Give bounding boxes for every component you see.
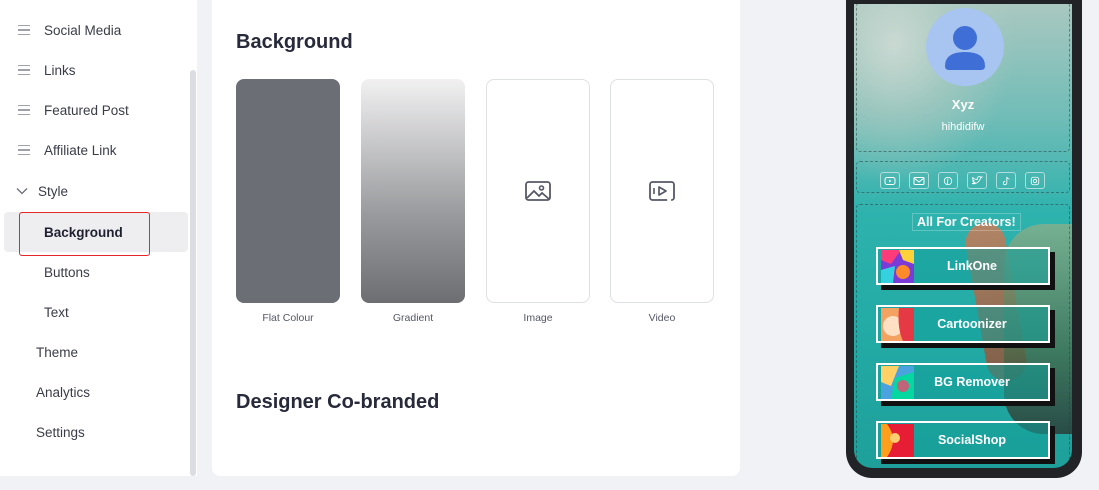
tile-label: Image: [523, 312, 553, 324]
background-option-image[interactable]: [486, 79, 590, 303]
menu-lines-icon: [18, 24, 30, 36]
menu-lines-icon: [18, 104, 30, 116]
menu-lines-icon: [18, 64, 30, 76]
sidebar-item-links[interactable]: Links: [4, 50, 188, 90]
sidebar-item-label: Links: [44, 62, 76, 78]
sidebar-item-social-media[interactable]: Social Media: [4, 10, 188, 50]
link-label: SocialShop: [937, 433, 1007, 447]
link-thumbnail: [881, 365, 914, 399]
style-panel: Background Flat Colour Gradient Image Vi…: [212, 0, 740, 476]
tiktok-icon[interactable]: [996, 172, 1016, 189]
links-heading: All For Creators!: [912, 213, 1021, 231]
sidebar-item-buttons[interactable]: Buttons: [4, 252, 188, 292]
section-title-designer: Designer Co-branded: [236, 391, 440, 413]
image-icon: [525, 181, 551, 201]
sidebar-item-affiliate-link[interactable]: Affiliate Link: [4, 130, 188, 170]
video-icon: [649, 181, 675, 201]
instagram-icon[interactable]: [1025, 172, 1045, 189]
background-option-gradient[interactable]: [361, 79, 465, 303]
sidebar-item-label: Affiliate Link: [44, 142, 117, 158]
link-thumbnail: [881, 423, 914, 457]
background-option-video[interactable]: [610, 79, 714, 303]
phone-preview: Xyz hihdidifw All For Creators! LinkOne: [846, 0, 1082, 478]
twitter-icon[interactable]: [967, 172, 987, 189]
sidebar-item-label: Settings: [36, 424, 85, 440]
link-button-cartoonizer[interactable]: Cartoonizer: [876, 305, 1050, 343]
link-label: LinkOne: [946, 259, 997, 273]
sidebar-item-text[interactable]: Text: [4, 292, 188, 332]
sidebar-item-label: Analytics: [36, 384, 91, 400]
tile-label: Gradient: [392, 312, 434, 324]
tile-label: Video: [648, 312, 676, 324]
sidebar-scrollbar[interactable]: [190, 70, 196, 476]
mail-icon[interactable]: [909, 172, 929, 189]
link-label: BG Remover: [934, 375, 1010, 389]
sidebar-item-settings[interactable]: Settings: [4, 412, 188, 452]
sidebar-group-label: Style: [38, 183, 69, 199]
sidebar-item-label: Theme: [36, 344, 79, 360]
preview-screen: Xyz hihdidifw All For Creators! LinkOne: [854, 4, 1072, 468]
section-title-background: Background: [236, 31, 353, 53]
profile-bio: hihdidifw: [941, 121, 985, 133]
avatar[interactable]: [926, 8, 1004, 86]
sidebar-item-label: Buttons: [44, 264, 90, 280]
link-button-bg-remover[interactable]: BG Remover: [876, 363, 1050, 401]
sidebar-item-featured-post[interactable]: Featured Post: [4, 90, 188, 130]
sidebar-item-analytics[interactable]: Analytics: [4, 372, 188, 412]
chevron-down-icon: [16, 188, 28, 195]
link-button-socialshop[interactable]: SocialShop: [876, 421, 1050, 459]
link-thumbnail: [881, 307, 914, 341]
sidebar-item-label: Text: [44, 304, 69, 320]
menu-lines-icon: [18, 144, 30, 156]
link-label: Cartoonizer: [937, 317, 1007, 331]
sidebar: Social Media Links Featured Post Affilia…: [0, 0, 197, 476]
sidebar-item-label: Background: [44, 224, 123, 240]
link-button-linkone[interactable]: LinkOne: [876, 247, 1050, 285]
profile-name: Xyz: [951, 97, 975, 112]
user-icon: [945, 26, 985, 70]
sidebar-item-label: Social Media: [44, 22, 122, 38]
link-thumbnail: [881, 249, 914, 283]
sidebar-item-theme[interactable]: Theme: [4, 332, 188, 372]
youtube-icon[interactable]: [880, 172, 900, 189]
sidebar-group-style[interactable]: Style: [4, 171, 188, 211]
sidebar-item-background[interactable]: Background: [4, 212, 188, 252]
tile-label: Flat Colour: [262, 312, 314, 324]
sidebar-item-label: Featured Post: [44, 102, 129, 118]
pinterest-icon[interactable]: [938, 172, 958, 189]
background-option-flat-colour[interactable]: [236, 79, 340, 303]
